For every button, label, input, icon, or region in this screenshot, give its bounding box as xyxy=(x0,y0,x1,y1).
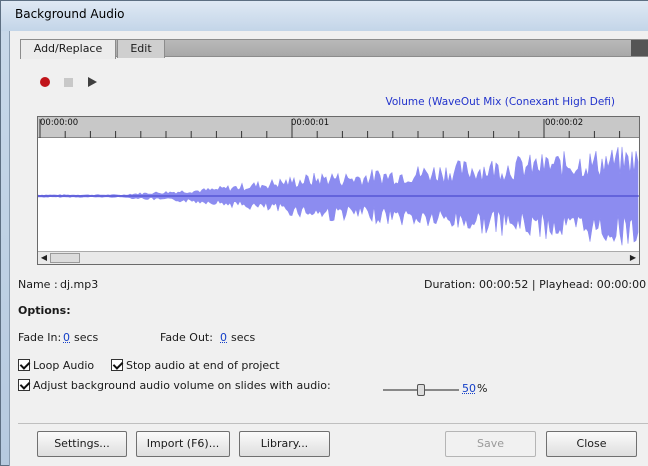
scroll-right-icon[interactable]: ▶ xyxy=(628,253,638,263)
dialog-client-area: Add/Replace Edit Volume (WaveOut Mix (Co… xyxy=(9,31,648,466)
loop-audio-checkbox[interactable]: Loop Audio xyxy=(18,359,94,372)
waveform-graphic xyxy=(37,146,639,246)
audio-waveform[interactable] xyxy=(37,139,639,253)
volume-source-label: Volume (WaveOut Mix (Conexant High Defi) xyxy=(385,96,615,108)
checkbox-checked-icon[interactable] xyxy=(18,359,30,371)
checkbox-checked-icon[interactable] xyxy=(18,379,30,391)
duration-value: 00:00:52 xyxy=(478,278,529,291)
window-title: Background Audio xyxy=(15,7,125,21)
timeline-ruler[interactable]: 00:00:00 00:00:01 00:00:02 xyxy=(38,117,639,138)
title-bar[interactable]: Background Audio xyxy=(1,1,648,31)
time-marker: 00:00:01 xyxy=(291,118,330,128)
status-separator: | xyxy=(531,278,536,291)
tab-edit[interactable]: Edit xyxy=(117,39,165,58)
stop-audio-checkbox[interactable]: Stop audio at end of project xyxy=(111,359,280,372)
record-icon[interactable] xyxy=(40,77,50,87)
volume-percent-unit: % xyxy=(477,382,488,395)
close-button[interactable]: Close xyxy=(546,431,637,457)
options-heading: Options: xyxy=(18,304,71,317)
fade-out-label: Fade Out: xyxy=(160,331,213,344)
adjust-volume-label: Adjust background audio volume on slides… xyxy=(33,379,331,392)
slider-thumb[interactable] xyxy=(417,384,425,396)
volume-slider[interactable] xyxy=(383,383,459,397)
loop-audio-label: Loop Audio xyxy=(33,359,95,372)
fade-in-value[interactable]: 0 xyxy=(63,331,70,344)
divider xyxy=(18,423,648,424)
transport-controls xyxy=(40,77,120,89)
stop-icon[interactable] xyxy=(64,78,73,87)
fade-out-unit: secs xyxy=(231,331,256,344)
volume-percent-value[interactable]: 50 xyxy=(462,382,476,395)
import-button[interactable]: Import (F6)... xyxy=(136,431,230,457)
tab-add-replace[interactable]: Add/Replace xyxy=(20,39,116,59)
horizontal-scrollbar[interactable]: ◀ ▶ xyxy=(38,251,639,264)
background-audio-dialog: Background Audio Add/Replace Edit Volume… xyxy=(0,0,648,466)
save-button[interactable]: Save xyxy=(445,431,536,457)
adjust-volume-checkbox[interactable]: Adjust background audio volume on slides… xyxy=(18,379,331,392)
library-button[interactable]: Library... xyxy=(239,431,330,457)
waveform-panel: 00:00:00 00:00:01 00:00:02 ◀ ▶ xyxy=(37,116,640,265)
fade-in-unit: secs xyxy=(74,331,99,344)
file-name-value: dj.mp3 xyxy=(60,278,99,291)
scroll-thumb[interactable] xyxy=(50,253,80,263)
duration-label: Duration: xyxy=(424,278,476,291)
scroll-left-icon[interactable]: ◀ xyxy=(39,253,49,263)
fade-out-value[interactable]: 0 xyxy=(220,331,227,344)
time-marker: 00:00:00 xyxy=(40,118,79,128)
status-readout: Duration: 00:00:52 | Playhead: 00:00:00 xyxy=(424,278,646,291)
stop-audio-label: Stop audio at end of project xyxy=(126,359,280,372)
file-name-label: Name : xyxy=(18,278,58,291)
fade-in-label: Fade In: xyxy=(18,331,62,344)
playhead-value: 00:00:00 xyxy=(596,278,647,291)
settings-button[interactable]: Settings... xyxy=(37,431,127,457)
playhead-label: Playhead: xyxy=(539,278,594,291)
tab-strip: Add/Replace Edit xyxy=(20,39,648,59)
play-icon[interactable] xyxy=(88,77,97,87)
checkbox-checked-icon[interactable] xyxy=(111,359,123,371)
time-marker: 00:00:02 xyxy=(545,118,584,128)
tab-strip-end xyxy=(631,40,648,56)
